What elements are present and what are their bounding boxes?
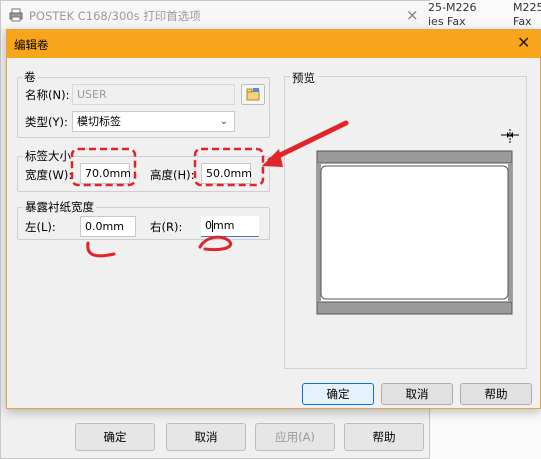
background-close-icon[interactable]: × — [406, 6, 419, 24]
width-value: 70.0 — [85, 167, 110, 180]
browse-button[interactable] — [241, 84, 265, 105]
height-field[interactable]: 50.0mm — [201, 163, 252, 184]
label-preview-graphic — [316, 129, 519, 315]
background-help-button[interactable]: 帮助 — [344, 423, 424, 451]
background-titlebar: POSTEK C168/300s 打印首选项 × — [1, 1, 431, 29]
dialog-title: 编辑卷 — [14, 38, 49, 52]
printer-list-item[interactable]: 25-M226 — [428, 1, 476, 14]
printer-list-item[interactable]: Fax — [513, 15, 532, 28]
left-field[interactable]: 0.0mm — [80, 216, 136, 237]
margin-marker-icon — [501, 129, 519, 143]
type-select[interactable]: 模切标签 ⌄ — [72, 111, 235, 132]
left-unit: mm — [102, 220, 124, 233]
printer-icon — [9, 8, 23, 22]
roll-group-legend: 卷 — [22, 69, 38, 85]
width-label: 宽度(W): — [25, 168, 73, 182]
right-label: 右(R): — [150, 220, 183, 234]
left-value: 0.0 — [85, 220, 103, 233]
height-value: 50.0 — [206, 167, 231, 180]
preview-legend: 预览 — [290, 70, 317, 86]
right-unit: mm — [213, 219, 235, 232]
right-field[interactable]: 0mm — [201, 216, 259, 237]
background-ok-button[interactable]: 确定 — [75, 423, 155, 451]
width-unit: mm — [109, 167, 131, 180]
folder-icon — [246, 88, 260, 101]
cancel-button[interactable]: 取消 — [381, 383, 453, 405]
printer-list-item[interactable]: ies Fax — [428, 15, 466, 28]
dialog-titlebar: 编辑卷 ✕ — [7, 30, 540, 58]
printer-list-item[interactable]: M225 — [513, 1, 541, 14]
close-icon[interactable]: ✕ — [517, 33, 530, 52]
help-button[interactable]: 帮助 — [460, 383, 532, 405]
name-field[interactable]: USER — [72, 84, 235, 105]
background-cancel-button[interactable]: 取消 — [166, 423, 246, 451]
label-size-legend: 标签大小 — [23, 148, 73, 164]
background-apply-button[interactable]: 应用(A) — [255, 423, 335, 451]
name-label: 名称(N): — [25, 88, 70, 102]
left-label: 左(L): — [25, 220, 56, 234]
edit-roll-dialog: 编辑卷 ✕ 卷 名称(N): USER 类型(Y): 模切标签 ⌄ 标签大小 宽… — [6, 29, 541, 409]
preview-area — [284, 76, 527, 369]
height-unit: mm — [230, 167, 252, 180]
chevron-down-icon: ⌄ — [219, 116, 228, 127]
right-value: 0 — [205, 219, 212, 232]
ok-button[interactable]: 确定 — [302, 383, 374, 405]
exposed-liner-legend: 暴露衬纸宽度 — [23, 199, 96, 215]
width-field[interactable]: 70.0mm — [80, 163, 131, 184]
type-label: 类型(Y): — [25, 115, 68, 129]
type-select-value: 模切标签 — [77, 115, 121, 128]
height-label: 高度(H): — [150, 168, 195, 182]
background-title: POSTEK C168/300s 打印首选项 — [29, 9, 201, 23]
